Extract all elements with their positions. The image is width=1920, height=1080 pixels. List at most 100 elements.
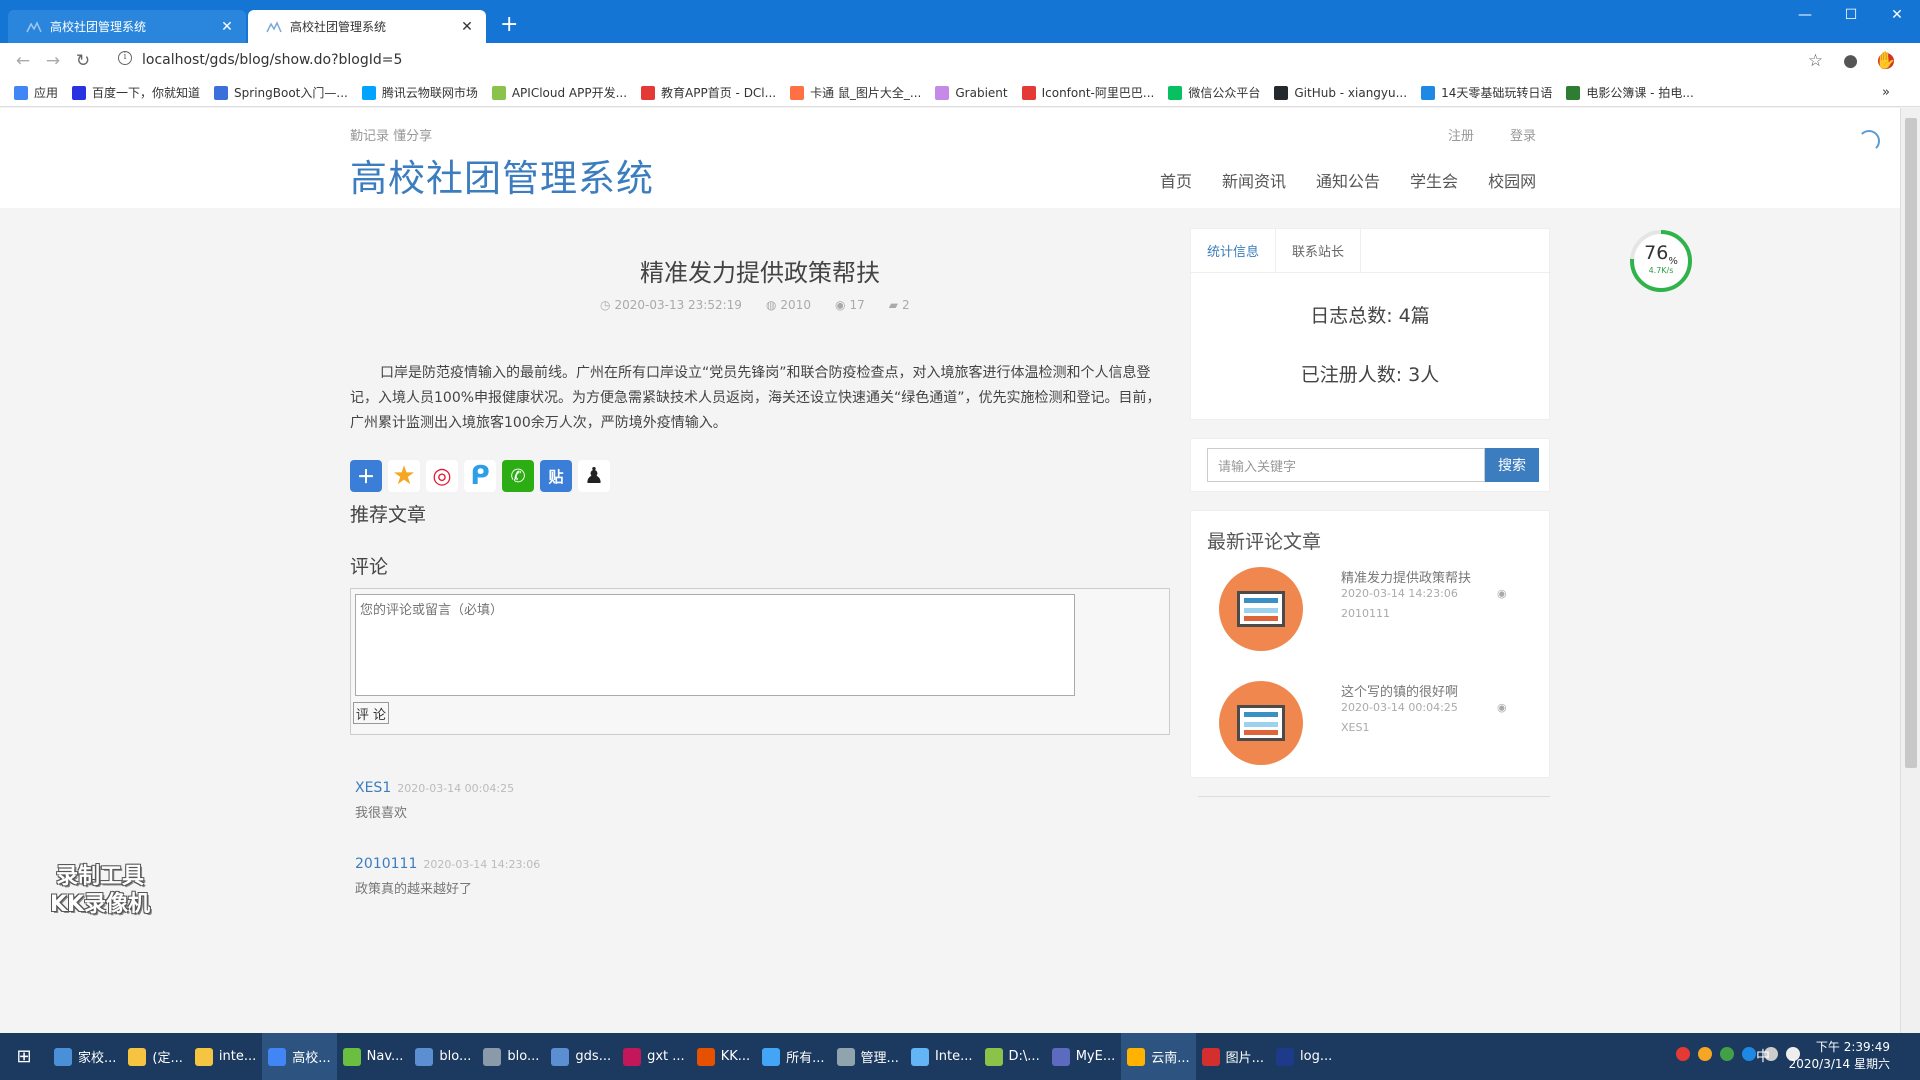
- taskbar-item[interactable]: Inte...: [905, 1033, 979, 1080]
- taskbar-item[interactable]: KK...: [691, 1033, 756, 1080]
- share-qq-icon[interactable]: ♟: [578, 460, 610, 492]
- taskbar-item[interactable]: gds...: [545, 1033, 617, 1080]
- stats-card: 统计信息 联系站长 日志总数: 4篇 已注册人数: 3人: [1190, 228, 1550, 420]
- tray-app-icon[interactable]: [1698, 1047, 1712, 1061]
- share-qzone-icon[interactable]: ★: [388, 460, 420, 492]
- taskbar-item[interactable]: gxt ...: [617, 1033, 691, 1080]
- latest-post[interactable]: 这个写的镇的很好啊 2020-03-14 00:04:25 ◉ XES1: [1191, 681, 1551, 781]
- back-icon[interactable]: ←: [8, 51, 38, 71]
- minimize-icon[interactable]: —: [1782, 0, 1828, 30]
- site-info-icon[interactable]: i: [118, 51, 132, 65]
- divider: [1198, 796, 1550, 797]
- bookmarks-overflow-icon[interactable]: »: [1882, 85, 1890, 100]
- close-icon[interactable]: ✕: [458, 19, 476, 35]
- bookmark-item[interactable]: APICloud APP开发...: [491, 84, 627, 101]
- extension-icon[interactable]: ✋: [1875, 51, 1896, 71]
- close-window-icon[interactable]: ✕: [1874, 0, 1920, 30]
- taskbar-item[interactable]: (定...: [122, 1033, 188, 1080]
- taskbar-item[interactable]: log...: [1270, 1033, 1338, 1080]
- share-tieba-icon[interactable]: 贴: [540, 460, 572, 492]
- tab-contact[interactable]: 联系站长: [1276, 229, 1362, 272]
- bookmark-item[interactable]: 腾讯云物联网市场: [361, 84, 478, 101]
- register-link[interactable]: 注册: [1448, 125, 1474, 144]
- windows-start-icon[interactable]: ⊞: [0, 1033, 48, 1080]
- comment-submit-button[interactable]: 评 论: [353, 702, 389, 724]
- new-tab-button[interactable]: +: [500, 14, 518, 36]
- nav-item-notices[interactable]: 通知公告: [1316, 168, 1380, 192]
- auth-links: 注册 登录: [1448, 125, 1536, 144]
- bookmark-item[interactable]: 百度一下，你就知道: [72, 84, 200, 101]
- reload-icon[interactable]: ↻: [68, 51, 98, 71]
- site-title[interactable]: 高校社团管理系统: [350, 148, 654, 202]
- latest-post-title[interactable]: 精准发力提供政策帮扶: [1341, 567, 1471, 586]
- memory-usage-widget[interactable]: 76% 4.7K/s: [1628, 228, 1694, 294]
- close-icon[interactable]: ✕: [218, 19, 236, 35]
- tab-stats[interactable]: 统计信息: [1191, 229, 1277, 272]
- taskbar-app-icon: [483, 1047, 502, 1066]
- page-scrollbar[interactable]: [1900, 108, 1920, 1033]
- taskbar-item[interactable]: inte...: [189, 1033, 262, 1080]
- share-weibo-icon[interactable]: ◎: [426, 460, 458, 492]
- taskbar-item[interactable]: blo...: [409, 1033, 477, 1080]
- taskbar-item[interactable]: D:\...: [979, 1033, 1046, 1080]
- taskbar-item[interactable]: 图片...: [1196, 1033, 1270, 1080]
- taskbar-item[interactable]: 家校...: [48, 1033, 122, 1080]
- article-thumbnail-icon: [1219, 681, 1303, 765]
- bookmark-item[interactable]: 14天零基础玩转日语: [1421, 84, 1552, 101]
- article-meta: ◷ 2020-03-13 23:52:19 ◍ 2010 ◉ 17 ▰ 2: [600, 298, 910, 312]
- search-button[interactable]: 搜索: [1485, 448, 1539, 482]
- nav-item-campus[interactable]: 校园网: [1488, 168, 1536, 192]
- bluetooth-icon[interactable]: [1742, 1047, 1756, 1061]
- comment-text: 政策真的越来越好了: [355, 882, 473, 897]
- taskbar-app-icon: [1127, 1047, 1146, 1066]
- tray-app-icon[interactable]: [1676, 1047, 1690, 1061]
- taskbar-app-icon: [1276, 1047, 1295, 1066]
- taskbar-item[interactable]: Nav...: [337, 1033, 410, 1080]
- search-input[interactable]: 请输入关键字: [1207, 448, 1485, 482]
- taskbar-item[interactable]: MyE...: [1046, 1033, 1122, 1080]
- nav-item-home[interactable]: 首页: [1160, 168, 1192, 192]
- comment-user[interactable]: XES1: [355, 780, 391, 796]
- url-input[interactable]: localhost/gds/blog/show.do?blogId=5: [142, 52, 402, 68]
- nav-item-student-union[interactable]: 学生会: [1410, 168, 1458, 192]
- comment-textarea[interactable]: [355, 594, 1075, 696]
- taskbar-item[interactable]: 所有...: [756, 1033, 830, 1080]
- comment-user[interactable]: 2010111: [355, 856, 417, 872]
- bookmark-favicon-icon: [1421, 85, 1436, 100]
- bookmark-item[interactable]: 微信公众平台: [1168, 84, 1260, 101]
- bookmark-item[interactable]: 卡通 鼠_图片大全_...: [790, 84, 921, 101]
- bookmark-item[interactable]: 教育APP首页 - DCl...: [641, 84, 776, 101]
- taskbar-item[interactable]: blo...: [477, 1033, 545, 1080]
- ime-indicator[interactable]: 中: [1756, 1046, 1770, 1066]
- share-wechat-icon[interactable]: ✆: [502, 460, 534, 492]
- bookmark-favicon-icon: [1168, 85, 1183, 100]
- latest-comments-card: 最新评论文章 精准发力提供政策帮扶 2020-03-14 14:23:06 ◉ …: [1190, 510, 1550, 778]
- browser-tab-active[interactable]: 高校社团管理系统 ✕: [248, 10, 486, 43]
- bookmark-item[interactable]: SpringBoot入门—...: [214, 84, 348, 101]
- profile-icon[interactable]: ●: [1843, 51, 1858, 71]
- bookmark-item[interactable]: 电影公簿课 - 拍电...: [1566, 84, 1694, 101]
- system-clock[interactable]: 下午 2:39:49 2020/3/14 星期六: [1789, 1039, 1890, 1073]
- bookmark-item[interactable]: Iconfont-阿里巴巴...: [1021, 84, 1154, 101]
- tray-app-icon[interactable]: [1720, 1047, 1734, 1061]
- taskbar-item-label: 所有...: [786, 1051, 825, 1066]
- forward-icon[interactable]: →: [38, 51, 68, 71]
- bookmark-item[interactable]: Grabient: [935, 85, 1008, 100]
- browser-tab[interactable]: 高校社团管理系统 ✕: [8, 10, 246, 43]
- bookmark-star-icon[interactable]: ☆: [1808, 51, 1823, 71]
- taskbar-items: 家校... (定... inte... 高校... Nav... blo... blo...…: [48, 1033, 1338, 1080]
- latest-post-title[interactable]: 这个写的镇的很好啊: [1341, 681, 1458, 700]
- share-more-icon[interactable]: ＋: [350, 460, 382, 492]
- nav-item-news[interactable]: 新闻资讯: [1222, 168, 1286, 192]
- taskbar-item[interactable]: 云南...: [1121, 1033, 1196, 1080]
- bookmark-apps[interactable]: 应用: [14, 84, 58, 101]
- latest-post[interactable]: 精准发力提供政策帮扶 2020-03-14 14:23:06 ◉ 2010111: [1191, 567, 1551, 667]
- taskbar-item-label: 高校...: [292, 1051, 331, 1066]
- maximize-icon[interactable]: ☐: [1828, 0, 1874, 30]
- latest-post-date: 2020-03-14 14:23:06: [1341, 587, 1458, 600]
- taskbar-item[interactable]: 管理...: [831, 1033, 905, 1080]
- share-renren-icon[interactable]: ᑭ: [464, 460, 496, 492]
- taskbar-item[interactable]: 高校...: [262, 1033, 337, 1080]
- bookmark-item[interactable]: GitHub - xiangyu...: [1274, 85, 1407, 100]
- login-link[interactable]: 登录: [1510, 125, 1536, 144]
